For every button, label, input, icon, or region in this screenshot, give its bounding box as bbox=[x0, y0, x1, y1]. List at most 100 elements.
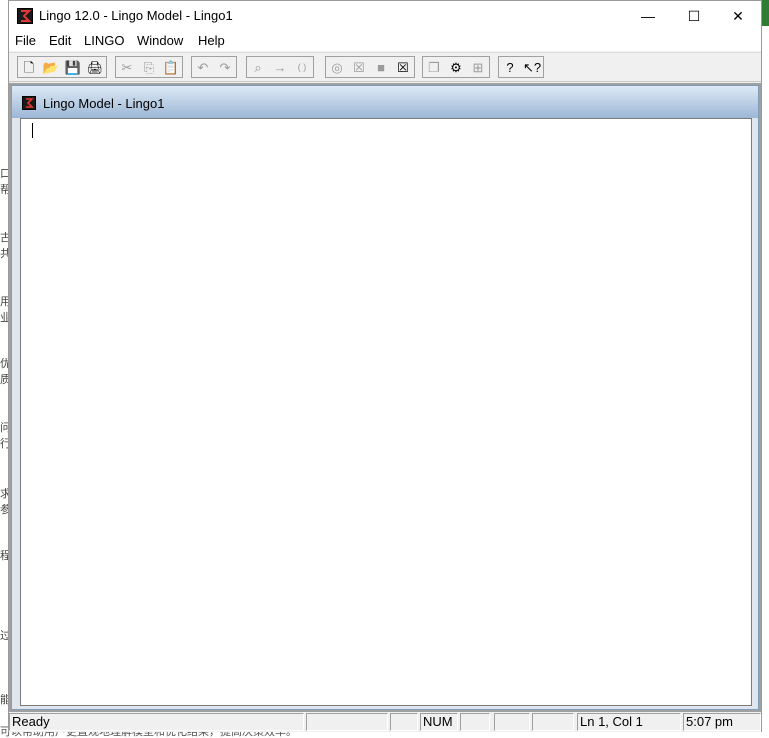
goto-line-button[interactable]: → bbox=[269, 57, 291, 77]
open-button[interactable]: 📂 bbox=[40, 57, 62, 77]
background-accent bbox=[762, 0, 769, 26]
print-icon: 🖨 bbox=[86, 59, 104, 75]
model-window: Lingo Model - Lingo1 bbox=[11, 85, 759, 710]
menu-file[interactable]: File bbox=[15, 33, 36, 48]
redo-icon: ↷ bbox=[219, 59, 231, 75]
context-help-icon: ↖? bbox=[522, 59, 542, 75]
paste-button[interactable]: 📋 bbox=[160, 57, 182, 77]
toolbar-group: ↶ ↷ bbox=[191, 56, 237, 78]
context-help-button[interactable]: ↖? bbox=[521, 57, 543, 77]
paste-icon: 📋 bbox=[162, 59, 180, 75]
tile-button[interactable]: ⊞ bbox=[467, 57, 489, 77]
menu-help[interactable]: Help bbox=[198, 33, 225, 48]
background-glyph: 优 bbox=[0, 358, 8, 370]
background-glyph: 帮 bbox=[0, 184, 8, 196]
close-icon: ✕ bbox=[732, 7, 744, 24]
background-glyph: 过 bbox=[0, 630, 8, 642]
window-title: Lingo 12.0 - Lingo Model - Lingo1 bbox=[39, 8, 233, 23]
cut-icon: ✂ bbox=[121, 59, 133, 75]
stop-icon: ■ bbox=[377, 59, 385, 75]
solution-icon: ☒ bbox=[353, 59, 365, 75]
background-document-strip: 口帮古共用业优质问行求参程过能 bbox=[0, 0, 8, 738]
menu-edit[interactable]: Edit bbox=[49, 33, 71, 48]
status-pane-empty-2 bbox=[390, 713, 418, 731]
status-pane-empty-3 bbox=[460, 713, 490, 731]
mdi-client-area: Lingo Model - Lingo1 bbox=[9, 83, 761, 712]
model-editor[interactable] bbox=[20, 118, 752, 706]
stop-button[interactable]: ■ bbox=[370, 57, 392, 77]
tile-icon: ⊞ bbox=[472, 59, 484, 75]
background-glyph: 口 bbox=[0, 168, 8, 180]
status-position: Ln 1, Col 1 bbox=[577, 713, 681, 731]
open-icon: 📂 bbox=[42, 59, 60, 75]
undo-icon: ↶ bbox=[197, 59, 209, 75]
match-parenthesis-icon: ( ) bbox=[297, 61, 307, 72]
find-button[interactable]: ⌕ bbox=[247, 57, 269, 77]
options-icon: ⚙ bbox=[450, 59, 462, 75]
match-parenthesis-button[interactable]: ( ) bbox=[291, 57, 313, 77]
toolbar-group: 🗋 📂 💾 🖨 bbox=[17, 56, 107, 78]
background-glyph: 问 bbox=[0, 422, 8, 434]
maximize-icon: ☐ bbox=[687, 7, 701, 24]
copy-icon: ⎘ bbox=[143, 59, 155, 75]
model-window-title: Lingo Model - Lingo1 bbox=[43, 96, 165, 111]
cut-button[interactable]: ✂ bbox=[116, 57, 138, 77]
goto-line-icon: → bbox=[273, 59, 287, 75]
send-to-back-button[interactable]: ❐ bbox=[423, 57, 445, 77]
background-glyph: 程 bbox=[0, 550, 8, 562]
minimize-button[interactable]: — bbox=[625, 1, 671, 31]
undo-button[interactable]: ↶ bbox=[192, 57, 214, 77]
background-glyph: 业 bbox=[0, 312, 8, 324]
copy-button[interactable]: ⎘ bbox=[138, 57, 160, 77]
status-pane-empty-5 bbox=[532, 713, 574, 731]
print-button[interactable]: 🖨 bbox=[84, 57, 106, 77]
solve-icon: ◎ bbox=[331, 59, 343, 75]
solution-button[interactable]: ☒ bbox=[348, 57, 370, 77]
background-glyph: 参 bbox=[0, 504, 8, 516]
help-icon: ? bbox=[506, 59, 514, 75]
lingo-model-icon bbox=[22, 96, 36, 110]
toolbar-group: ? ↖? bbox=[498, 56, 544, 78]
maximize-button[interactable]: ☐ bbox=[671, 1, 717, 31]
save-icon: 💾 bbox=[64, 59, 82, 75]
status-pane-empty-4 bbox=[494, 713, 530, 731]
toolbar-group: ✂ ⎘ 📋 bbox=[115, 56, 183, 78]
lingo-main-window: Lingo 12.0 - Lingo Model - Lingo1 — ☐ ✕ … bbox=[8, 0, 762, 732]
model-window-title-bar[interactable]: Lingo Model - Lingo1 bbox=[12, 86, 758, 118]
status-ready: Ready bbox=[9, 713, 304, 731]
background-glyph: 用 bbox=[0, 296, 8, 308]
new-icon: 🗋 bbox=[23, 59, 35, 75]
background-glyph: 共 bbox=[0, 248, 8, 260]
status-time: 5:07 pm bbox=[683, 713, 761, 731]
status-bar: Ready NUM Ln 1, Col 1 5:07 pm bbox=[9, 712, 761, 732]
background-glyph: 行 bbox=[0, 438, 8, 450]
status-num: NUM bbox=[420, 713, 458, 731]
text-caret bbox=[32, 123, 33, 138]
lingo-app-icon bbox=[17, 8, 33, 24]
new-button[interactable]: 🗋 bbox=[18, 57, 40, 77]
menu-window[interactable]: Window bbox=[137, 33, 183, 48]
close-button[interactable]: ✕ bbox=[715, 1, 761, 31]
background-glyph: 质 bbox=[0, 374, 8, 386]
toolbar-group: ⌕ → ( ) bbox=[246, 56, 314, 78]
find-icon: ⌕ bbox=[254, 59, 262, 75]
status-pane-empty-1 bbox=[306, 713, 388, 731]
options-button[interactable]: ⚙ bbox=[445, 57, 467, 77]
background-glyph: 求 bbox=[0, 488, 8, 500]
redo-button[interactable]: ↷ bbox=[214, 57, 236, 77]
close-all-icon: ☒ bbox=[397, 59, 409, 75]
menu-lingo[interactable]: LINGO bbox=[84, 33, 124, 48]
close-all-button[interactable]: ☒ bbox=[392, 57, 414, 77]
title-bar[interactable]: Lingo 12.0 - Lingo Model - Lingo1 — ☐ ✕ bbox=[9, 1, 761, 31]
minimize-icon: — bbox=[641, 8, 655, 24]
save-button[interactable]: 💾 bbox=[62, 57, 84, 77]
solve-button[interactable]: ◎ bbox=[326, 57, 348, 77]
menu-bar: File Edit LINGO Window Help bbox=[9, 31, 761, 51]
background-glyph: 能 bbox=[0, 694, 8, 706]
send-to-back-icon: ❐ bbox=[428, 59, 440, 75]
background-glyph: 古 bbox=[0, 232, 8, 244]
toolbar: 🗋 📂 💾 🖨 ✂ ⎘ 📋 ↶ ↷ ⌕ →( ) ◎ ☒ ■ ☒ ❐ ⚙ ⊞? ↖? bbox=[9, 52, 761, 82]
help-button[interactable]: ? bbox=[499, 57, 521, 77]
toolbar-group: ❐ ⚙ ⊞ bbox=[422, 56, 490, 78]
toolbar-group: ◎ ☒ ■ ☒ bbox=[325, 56, 415, 78]
